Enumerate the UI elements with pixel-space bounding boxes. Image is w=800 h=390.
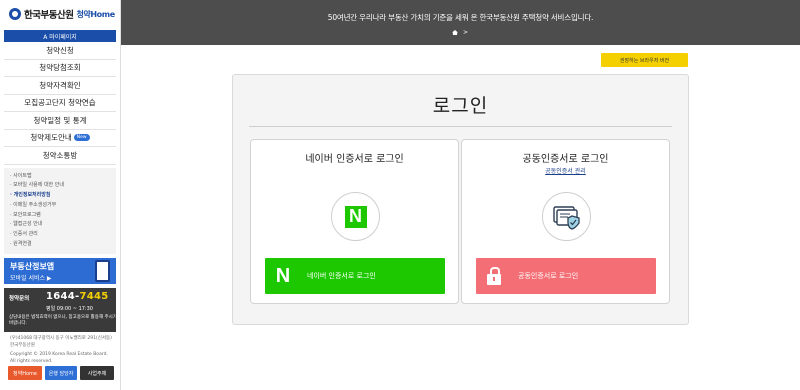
sidebar-item-label: 청약제도안내 bbox=[30, 133, 72, 143]
copyright: Copyright © 2019 Korea Real Estate Board… bbox=[10, 351, 108, 364]
naver-login-button[interactable]: N 네이버 인증서로 로그인 bbox=[265, 258, 445, 294]
logo-sub: 청약Home bbox=[76, 9, 115, 19]
certificate-login-button[interactable]: 공동인증서로 로그인 bbox=[476, 258, 656, 294]
sub-link-mobile[interactable]: · 모바일 사용에 대한 안내 bbox=[10, 181, 110, 191]
call-center: 청약문의 1644-7445 평일 09:00 ~ 17:30 상담내용은 법적… bbox=[4, 287, 117, 332]
sidebar-item-label: 모집공고단지 청약연습 bbox=[24, 98, 96, 108]
call-note: 상담내용은 법적효력이 없으니, 참고용으로 활용해 주시기 바랍니다. bbox=[9, 314, 117, 326]
sidebar: 한국부동산원 청약Home A 마이페이지 청약신청 청약당첨조회 청약자격확인… bbox=[0, 0, 121, 390]
logo[interactable]: 한국부동산원 청약Home bbox=[0, 0, 120, 28]
lock-icon bbox=[476, 258, 512, 294]
sub-link-security[interactable]: · 보안프로그램 bbox=[10, 211, 110, 221]
sidebar-menu: 청약신청 청약당첨조회 청약자격확인 모집공고단지 청약연습 청약일정 및 통계… bbox=[4, 42, 116, 165]
sub-links: · 사이트맵 · 모바일 사용에 대한 안내 · 개인정보처리방침 · 이메일 … bbox=[4, 167, 116, 254]
certificate-login-button-label: 공동인증서로 로그인 bbox=[518, 272, 579, 280]
chevron-right-icon: > bbox=[463, 29, 469, 36]
sub-link-accessibility[interactable]: · 웹접근성 안내 bbox=[10, 220, 110, 230]
sub-link-privacy[interactable]: · 개인정보처리방침 bbox=[10, 191, 110, 201]
certificate-manage-link[interactable]: 공동인증서 관리 bbox=[462, 166, 669, 175]
home-icon[interactable] bbox=[452, 30, 458, 35]
footer-button-business[interactable]: 사업주체 bbox=[80, 366, 114, 380]
call-number-prefix: 1644- bbox=[46, 290, 80, 302]
sidebar-item-label: 청약당첨조회 bbox=[39, 63, 81, 73]
call-label: 청약문의 bbox=[9, 295, 30, 302]
sub-link-email[interactable]: · 이메일 주소생성거부 bbox=[10, 201, 110, 211]
address: (우)41068 대구광역시 동구 이노밸리로 291(신서동) 한국부동산원 … bbox=[10, 335, 112, 365]
call-number: 1644-7445 bbox=[46, 291, 109, 302]
sidebar-item-winning-check[interactable]: 청약당첨조회 bbox=[4, 60, 116, 77]
logo-icon bbox=[9, 8, 21, 20]
naver-n-glyph: N bbox=[275, 264, 291, 287]
top-banner-text: 50여년간 우리나라 부동산 가치의 기준을 세워 온 한국부동산원 주택청약 … bbox=[327, 13, 594, 22]
sub-link-remote[interactable]: · 원격연결 bbox=[10, 240, 110, 250]
certificate-login-card: 공동인증서로 로그인 공동인증서 관리 공동인증서로 로그인 bbox=[461, 139, 670, 304]
naver-card-title: 네이버 인증서로 로그인 bbox=[305, 154, 404, 165]
sidebar-item-label: 청약자격확인 bbox=[39, 80, 81, 90]
sub-link-certificate[interactable]: · 인증서 관리 bbox=[10, 230, 110, 240]
naver-icon: N bbox=[344, 205, 367, 228]
mypage-button[interactable]: A 마이페이지 bbox=[4, 30, 116, 42]
top-banner: 50여년간 우리나라 부동산 가치의 기준을 세워 온 한국부동산원 주택청약 … bbox=[121, 0, 800, 45]
call-number-suffix: 7445 bbox=[79, 290, 109, 302]
login-panel: 로그인 네이버 인증서로 로그인 N N 네이버 인증서로 로그인 공동인증서로… bbox=[232, 74, 689, 325]
sidebar-item-eligibility[interactable]: 청약자격확인 bbox=[4, 77, 116, 95]
call-hours: 평일 09:00 ~ 17:30 bbox=[46, 305, 93, 312]
new-badge: New bbox=[73, 134, 90, 142]
breadcrumb: > bbox=[452, 29, 468, 36]
sidebar-item-apply[interactable]: 청약신청 bbox=[4, 42, 116, 60]
app-banner[interactable]: 부동산정보앱 모바일 서비스 ▶ bbox=[4, 257, 116, 284]
sidebar-item-label: 청약신청 bbox=[46, 45, 74, 55]
page: 한국부동산원 청약Home A 마이페이지 청약신청 청약당첨조회 청약자격확인… bbox=[0, 0, 800, 390]
naver-n-icon: N bbox=[265, 258, 301, 294]
lock-shape bbox=[487, 266, 501, 285]
naver-login-button-label: 네이버 인증서로 로그인 bbox=[307, 272, 376, 280]
page-title: 로그인 bbox=[432, 95, 489, 117]
footer-button-home[interactable]: 청약Home bbox=[8, 366, 42, 380]
footer-button-bank[interactable]: 은행 담당자 bbox=[45, 366, 77, 380]
sidebar-item-community[interactable]: 청약소통방 bbox=[4, 147, 116, 165]
recommended-browser-button[interactable]: 권장하는 브라우저 버전 bbox=[601, 53, 688, 67]
sidebar-item-schedule[interactable]: 청약일정 및 통계 bbox=[4, 112, 116, 130]
certificate-icon bbox=[552, 205, 580, 230]
sidebar-item-label: 청약소통방 bbox=[42, 150, 78, 160]
phone-icon bbox=[95, 259, 110, 282]
sidebar-item-system-guide[interactable]: 청약제도안내 New bbox=[4, 130, 116, 147]
footer-buttons: 청약Home 은행 담당자 사업주체 bbox=[8, 366, 114, 380]
logo-text: 한국부동산원 bbox=[24, 10, 74, 21]
naver-login-card: 네이버 인증서로 로그인 N N 네이버 인증서로 로그인 bbox=[250, 139, 459, 304]
address-text: (우)41068 대구광역시 동구 이노밸리로 291(신서동) 한국부동산원 bbox=[10, 335, 112, 348]
sidebar-item-label: 청약일정 및 통계 bbox=[33, 115, 87, 125]
divider bbox=[249, 126, 672, 127]
certificate-icon-circle bbox=[542, 192, 591, 241]
certificate-card-title: 공동인증서로 로그인 bbox=[522, 154, 609, 165]
sub-link-sitemap[interactable]: · 사이트맵 bbox=[10, 172, 110, 182]
sidebar-item-practice[interactable]: 모집공고단지 청약연습 bbox=[4, 95, 116, 112]
naver-logo-circle: N bbox=[331, 192, 380, 241]
